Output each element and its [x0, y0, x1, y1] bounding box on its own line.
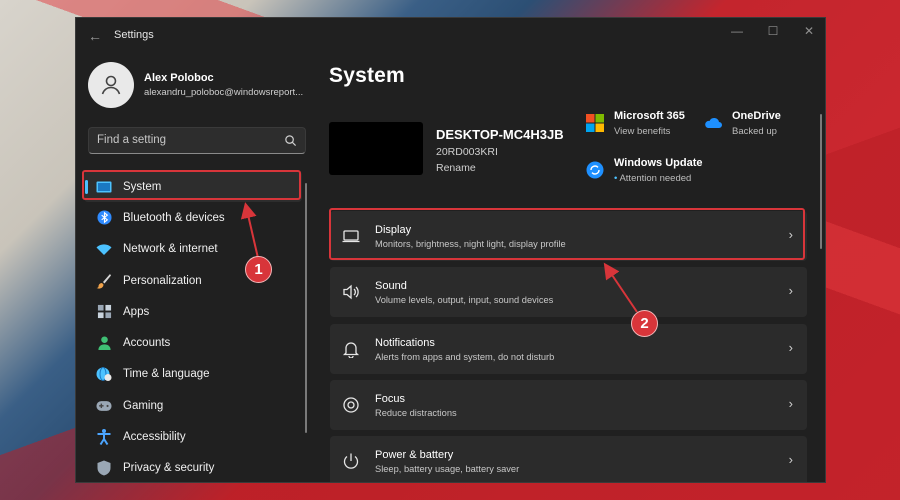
sidebar-item-apps[interactable]: Apps	[84, 296, 302, 327]
device-name: DESKTOP-MC4H3JB	[436, 127, 564, 142]
chevron-right-icon: ›	[788, 395, 793, 411]
sidebar-item-label: Apps	[123, 305, 150, 318]
sidebar-item-bluetooth[interactable]: Bluetooth & devices	[84, 202, 302, 233]
bell-icon	[342, 342, 360, 358]
chevron-right-icon: ›	[788, 283, 793, 299]
power-icon	[343, 453, 359, 469]
windows-update-tile[interactable]: Windows Update • Attention needed	[586, 157, 703, 184]
step-badge-1: 1	[245, 256, 272, 283]
sidebar-item-network[interactable]: Network & internet	[84, 234, 302, 265]
card-title: Focus	[375, 392, 405, 405]
sidebar-nav: System Bluetooth & devices Network & int…	[84, 171, 302, 482]
sidebar-item-label: Time & language	[123, 368, 210, 381]
card-subtitle: Sleep, battery usage, battery saver	[375, 464, 520, 475]
card-power-battery[interactable]: Power & battery Sleep, battery usage, ba…	[330, 436, 807, 482]
card-subtitle: Volume levels, output, input, sound devi…	[375, 295, 554, 306]
maximize-button[interactable]: ☐	[755, 18, 791, 44]
sidebar-item-label: Accessibility	[123, 431, 186, 444]
card-sound[interactable]: Sound Volume levels, output, input, soun…	[330, 267, 807, 318]
rename-link[interactable]: Rename	[436, 162, 476, 174]
device-model: 20RD003KRI	[436, 146, 498, 158]
avatar[interactable]	[88, 62, 134, 108]
card-title: Sound	[375, 280, 407, 293]
windows-update-icon	[586, 161, 604, 179]
service-subtitle: • Attention needed	[614, 173, 703, 184]
service-subtitle: Backed up	[732, 126, 777, 137]
card-subtitle: Alerts from apps and system, do not dist…	[375, 351, 555, 362]
highlight-display	[329, 208, 805, 260]
sidebar-item-gaming[interactable]: Gaming	[84, 390, 302, 421]
sidebar-item-privacy[interactable]: Privacy & security	[84, 453, 302, 482]
step-badge-2: 2	[631, 310, 658, 337]
onedrive-tile[interactable]: OneDrive Backed up	[704, 110, 781, 137]
apps-icon	[96, 304, 112, 320]
status-dot-icon: •	[614, 173, 618, 184]
main-scrollbar[interactable]	[820, 114, 822, 249]
sidebar-item-label: Privacy & security	[123, 462, 215, 475]
wifi-icon	[96, 241, 112, 257]
back-arrow-icon[interactable]: ←	[88, 28, 102, 44]
chevron-right-icon: ›	[788, 339, 793, 355]
card-title: Power & battery	[375, 449, 454, 462]
sidebar-item-label: Network & internet	[123, 243, 218, 256]
service-title: OneDrive	[732, 110, 781, 122]
service-title: Windows Update	[614, 157, 703, 169]
user-email: alexandru_poloboc@windowsreport...	[144, 87, 304, 98]
shield-icon	[96, 460, 112, 476]
card-subtitle: Reduce distractions	[375, 407, 457, 418]
microsoft365-tile[interactable]: Microsoft 365 View benefits	[586, 110, 685, 137]
title-bar: ← Settings — ☐ ✕	[76, 18, 825, 54]
sidebar-item-label: Gaming	[123, 399, 164, 412]
accessibility-icon	[96, 429, 112, 446]
globe-clock-icon	[96, 366, 112, 382]
sidebar-item-label: Bluetooth & devices	[123, 211, 225, 224]
focus-icon	[343, 397, 359, 413]
service-subtitle: View benefits	[614, 126, 671, 137]
microsoft365-icon	[586, 114, 604, 132]
window-controls: — ☐ ✕	[719, 18, 825, 44]
chevron-right-icon: ›	[788, 452, 793, 468]
speaker-icon	[343, 284, 359, 300]
sidebar-scrollbar[interactable]	[305, 183, 307, 433]
card-title: Notifications	[375, 336, 435, 349]
user-icon	[101, 75, 121, 95]
accounts-icon	[96, 335, 112, 351]
gamepad-icon	[96, 398, 112, 414]
window-title: Settings	[114, 29, 154, 41]
card-notifications[interactable]: Notifications Alerts from apps and syste…	[330, 323, 807, 374]
user-name: Alex Polob​oc	[144, 72, 214, 84]
service-status: Attention needed	[619, 173, 692, 184]
card-focus[interactable]: Focus Reduce distractions ›	[330, 379, 807, 430]
onedrive-icon	[705, 117, 722, 128]
search-box[interactable]	[88, 127, 306, 154]
sidebar-item-label: Accounts	[123, 337, 171, 350]
bluetooth-icon	[96, 210, 112, 226]
device-thumbnail	[329, 122, 423, 175]
sidebar-item-accounts[interactable]: Accounts	[84, 327, 302, 358]
sidebar-item-time-language[interactable]: Time & language	[84, 359, 302, 390]
page-title: System	[329, 64, 405, 87]
sidebar-item-label: Personalization	[123, 274, 202, 287]
close-button[interactable]: ✕	[791, 18, 825, 44]
brush-icon	[96, 273, 112, 289]
search-icon[interactable]	[284, 134, 297, 147]
service-title: Microsoft 365	[614, 110, 685, 122]
sidebar-item-accessibility[interactable]: Accessibility	[84, 421, 302, 452]
highlight-system	[82, 170, 301, 200]
minimize-button[interactable]: —	[719, 18, 755, 44]
search-input[interactable]	[97, 134, 277, 146]
